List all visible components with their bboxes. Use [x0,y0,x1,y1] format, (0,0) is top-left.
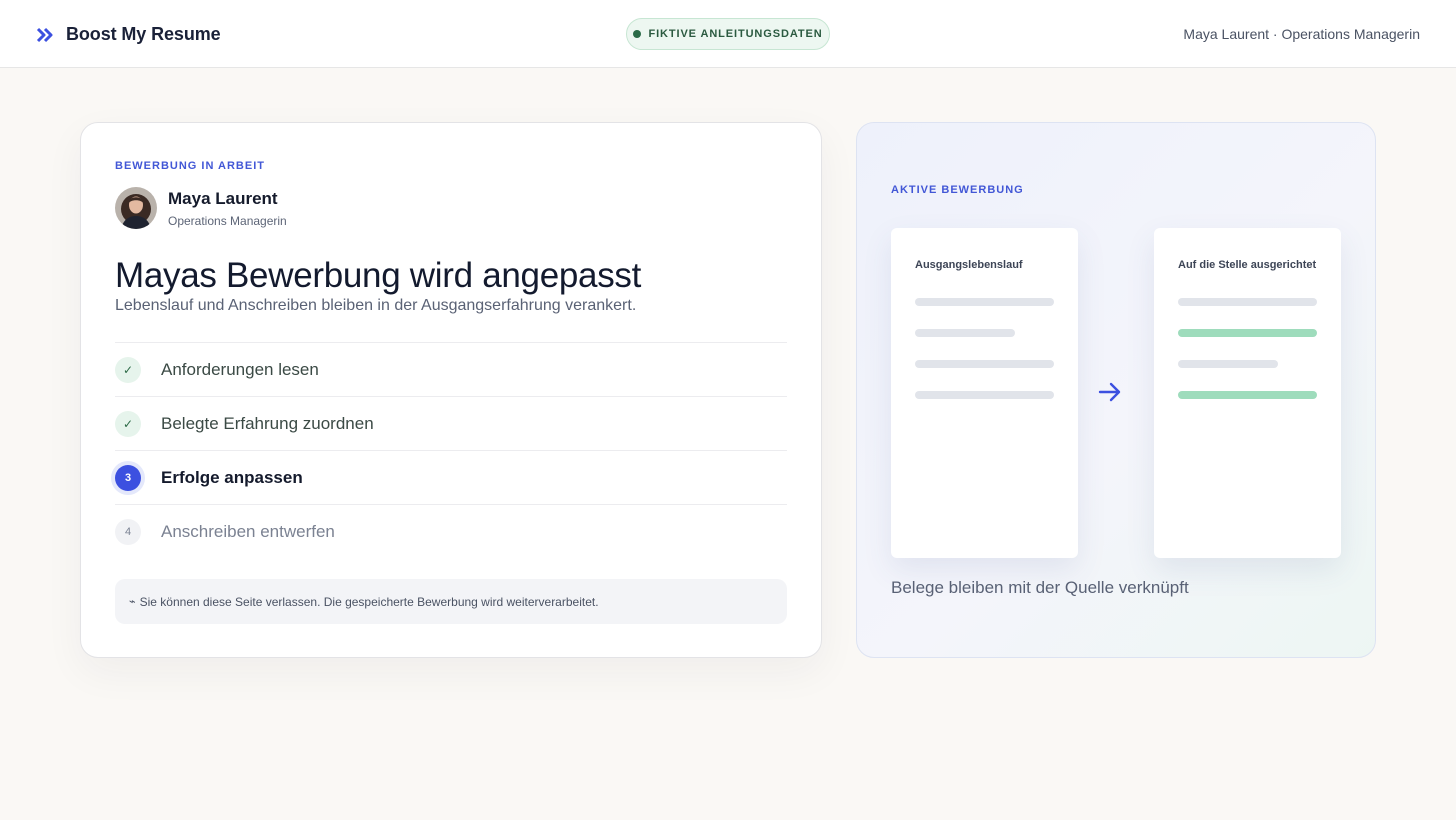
background-processing-notice: ⌁ Sie können diese Seite verlassen. Die … [115,579,787,624]
pulse-icon: ⌁ [129,596,136,608]
source-resume-document: Ausgangslebenslauf [891,228,1078,558]
step-number: 4 [115,519,141,545]
section-eyebrow: BEWERBUNG IN ARBEIT [115,160,265,172]
avatar [115,187,157,229]
top-bar: Boost My Resume FIKTIVE ANLEITUNGSDATEN … [0,0,1456,68]
text-line [915,298,1054,306]
candidate-name: Maya Laurent [168,189,278,208]
step-label: Belegte Erfahrung zuordnen [161,413,374,433]
application-progress-card: BEWERBUNG IN ARBEIT Maya Laurent Operati… [80,122,822,658]
document-title: Auf die Stelle ausgerichtet [1178,259,1317,271]
user-summary: Maya Laurent · Operations Managerin [1183,26,1420,42]
active-application-preview: AKTIVE BEWERBUNG Ausgangslebenslauf Auf … [856,122,1376,658]
candidate-role: Operations Managerin [168,214,287,228]
document-title: Ausgangslebenslauf [915,259,1023,271]
preview-caption: Belege bleiben mit der Quelle verknüpft [891,578,1189,597]
step-label: Anschreiben entwerfen [161,522,335,541]
section-eyebrow: AKTIVE BEWERBUNG [891,184,1024,196]
step-item-pending: 4 Anschreiben entwerfen [115,505,787,559]
step-label: Anforderungen lesen [161,359,319,379]
text-line [915,360,1054,368]
step-label: Erfolge anpassen [161,467,303,487]
brand-name: Boost My Resume [66,24,221,44]
progress-steps: ✓ Anforderungen lesen ✓ Belegte Erfahrun… [115,342,787,559]
text-line [1178,360,1278,368]
badge-label: FIKTIVE ANLEITUNGSDATEN [648,28,823,40]
text-line [915,329,1015,337]
step-item-current: 3 Erfolge anpassen [115,451,787,505]
brand[interactable]: Boost My Resume [36,24,221,45]
double-chevron-right-icon [36,27,53,42]
step-item-done: ✓ Anforderungen lesen [115,343,787,397]
step-item-done: ✓ Belegte Erfahrung zuordnen [115,397,787,451]
highlighted-line [1178,329,1317,337]
text-line [915,391,1054,399]
demo-data-badge: FIKTIVE ANLEITUNGSDATEN [626,18,830,50]
page-subtitle: Lebenslauf und Anschreiben bleiben in de… [115,297,637,314]
text-line [1178,298,1317,306]
page-title: Mayas Bewerbung wird angepasst [115,256,642,295]
check-icon: ✓ [115,410,141,437]
tailored-resume-document: Auf die Stelle ausgerichtet [1154,228,1341,558]
check-icon: ✓ [115,356,141,383]
status-dot-icon [633,30,642,38]
notice-text: Sie können diese Seite verlassen. Die ge… [139,594,599,609]
highlighted-line [1178,391,1317,399]
step-number: 3 [115,464,141,491]
candidate-profile: Maya Laurent Operations Managerin [115,187,287,229]
arrow-right-icon [1098,382,1121,402]
